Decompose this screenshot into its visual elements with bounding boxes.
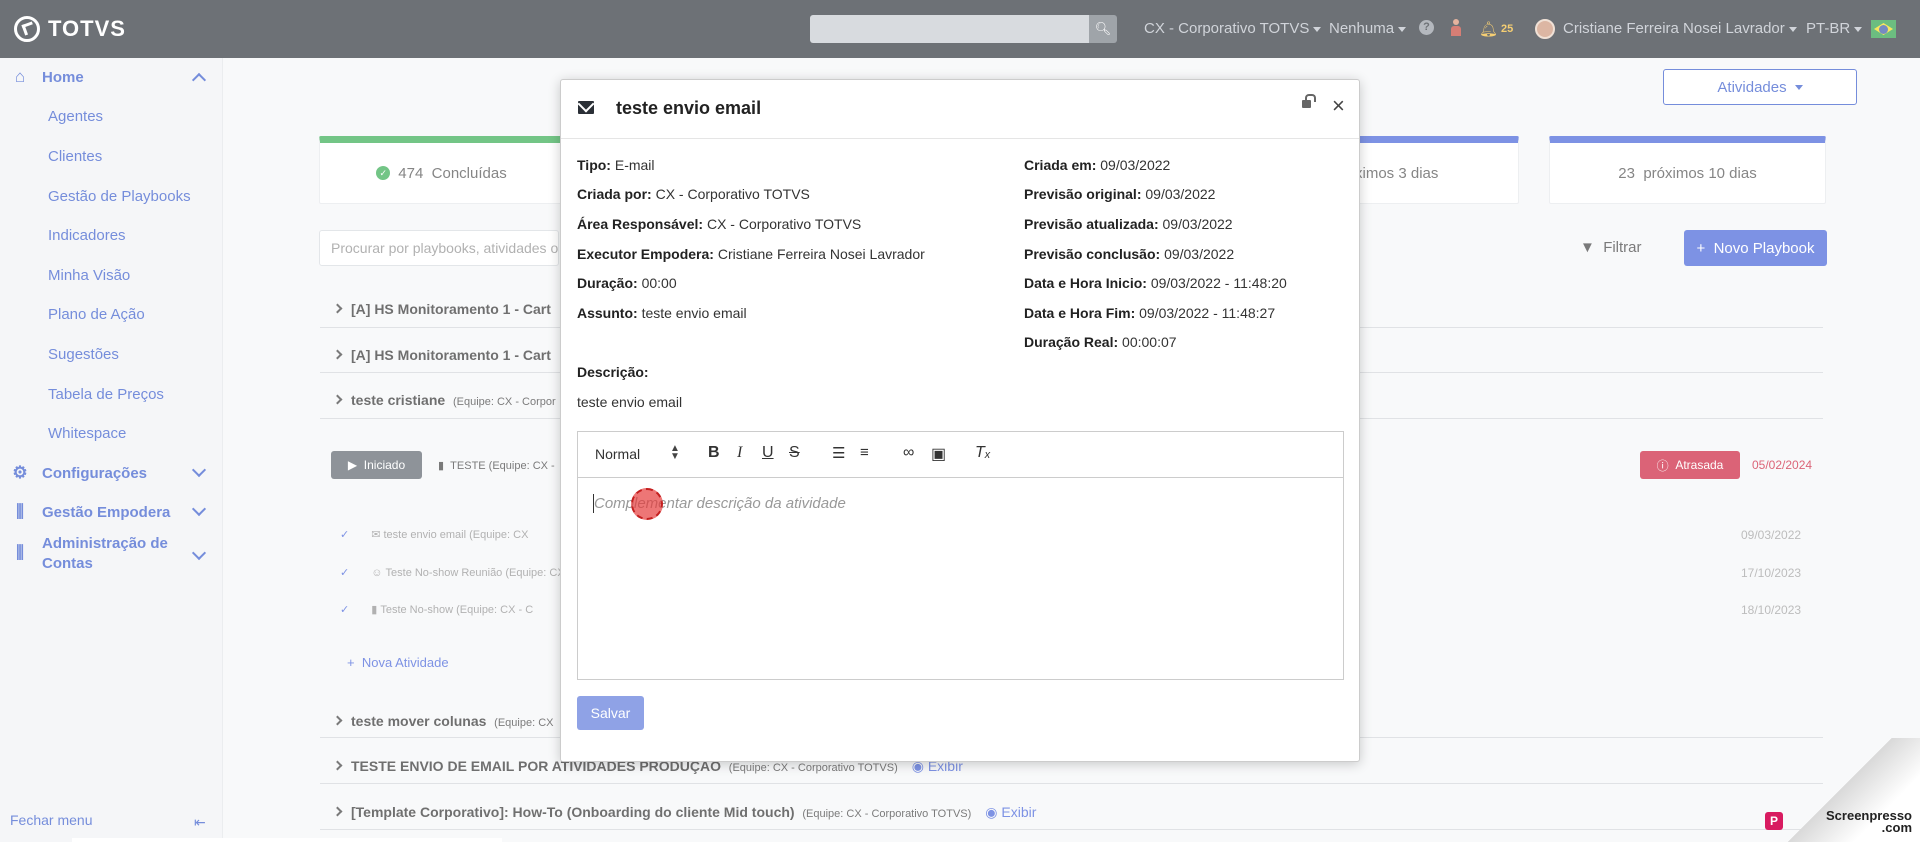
bold-icon[interactable]: B xyxy=(708,444,720,462)
field-value: 09/03/2022 xyxy=(1162,216,1233,232)
mouse-cursor-highlight xyxy=(631,488,663,520)
envelope-icon xyxy=(578,101,594,114)
format-select[interactable]: Normal xyxy=(595,446,640,462)
field-label: Área Responsável: xyxy=(577,216,704,232)
field-duracao: Duração: 00:00 xyxy=(577,275,677,291)
field-label: Descrição: xyxy=(577,364,649,380)
field-data-hora-fim: Data e Hora Fim: 09/03/2022 - 11:48:27 xyxy=(1024,305,1275,321)
italic-icon[interactable]: I xyxy=(737,444,742,462)
field-value: 09/03/2022 xyxy=(1100,157,1171,173)
field-criada-em: Criada em: 09/03/2022 xyxy=(1024,157,1170,173)
ordered-list-icon[interactable]: ☰ xyxy=(832,444,845,462)
field-value: 09/03/2022 - 11:48:20 xyxy=(1150,275,1287,291)
field-value: 09/03/2022 xyxy=(1164,246,1235,262)
field-value: CX - Corporativo TOTVS xyxy=(706,216,862,232)
field-label: Criada por: xyxy=(577,186,652,202)
field-area-responsavel: Área Responsável: CX - Corporativo TOTVS xyxy=(577,216,861,232)
descricao-value: teste envio email xyxy=(577,394,683,410)
field-value: 00:00 xyxy=(641,275,677,291)
close-icon[interactable]: × xyxy=(1332,95,1345,117)
field-data-hora-inicio: Data e Hora Inicio: 09/03/2022 - 11:48:2… xyxy=(1024,275,1287,291)
field-value: CX - Corporativo TOTVS xyxy=(655,186,810,202)
field-value: 00:00:07 xyxy=(1122,334,1177,350)
screenpresso-logo-icon: P xyxy=(1765,812,1783,830)
activity-modal: teste envio email × Tipo: E-mail Criada … xyxy=(560,79,1360,762)
field-assunto: Assunto: teste envio email xyxy=(577,305,747,321)
field-value: teste envio email xyxy=(641,305,747,321)
underline-icon[interactable]: U xyxy=(762,444,774,462)
unlock-icon[interactable] xyxy=(1302,94,1316,108)
taskbar-strip xyxy=(72,838,502,842)
field-label: Previsão original: xyxy=(1024,186,1142,202)
field-previsao-conclusao: Previsão conclusão: 09/03/2022 xyxy=(1024,246,1234,262)
field-label: Data e Hora Fim: xyxy=(1024,305,1136,321)
modal-title: teste envio email xyxy=(616,98,762,118)
field-executor: Executor Empodera: Cristiane Ferreira No… xyxy=(577,246,925,262)
field-value: 09/03/2022 - 11:48:27 xyxy=(1139,305,1276,321)
field-label: Previsão conclusão: xyxy=(1024,246,1161,262)
strikethrough-icon[interactable]: S xyxy=(789,444,800,462)
save-button[interactable]: Salvar xyxy=(577,696,644,730)
field-label: Executor Empodera: xyxy=(577,246,714,262)
field-tipo: Tipo: E-mail xyxy=(577,157,655,173)
field-label: Duração: xyxy=(577,275,638,291)
bullet-list-icon[interactable]: ≡ xyxy=(860,444,869,461)
sort-arrows-icon[interactable]: ▲ ▼ xyxy=(670,444,680,462)
editor-toolbar: Normal ▲ ▼ B I U S ☰ ≡ ∞ ▣ Tₓ xyxy=(578,432,1343,478)
field-previsao-atualizada: Previsão atualizada: 09/03/2022 xyxy=(1024,216,1233,232)
field-label: Assunto: xyxy=(577,305,638,321)
field-duracao-real: Duração Real: 00:00:07 xyxy=(1024,334,1177,350)
watermark-line2: .com xyxy=(1881,820,1912,835)
modal-header: teste envio email × xyxy=(561,80,1359,139)
field-previsao-original: Previsão original: 09/03/2022 xyxy=(1024,186,1215,202)
clear-format-icon[interactable]: Tₓ xyxy=(975,444,991,462)
field-value: 09/03/2022 xyxy=(1145,186,1216,202)
field-label: Criada em: xyxy=(1024,157,1097,173)
screenpresso-watermark: Screenpresso .com xyxy=(1826,809,1912,835)
field-label: Duração Real: xyxy=(1024,334,1119,350)
link-icon[interactable]: ∞ xyxy=(903,444,914,462)
field-value: Cristiane Ferreira Nosei Lavrador xyxy=(717,246,925,262)
field-label: Previsão atualizada: xyxy=(1024,216,1159,232)
rich-text-editor: Normal ▲ ▼ B I U S ☰ ≡ ∞ ▣ Tₓ Complementa… xyxy=(577,431,1344,680)
descricao-label: Descrição: xyxy=(577,364,649,380)
image-icon[interactable]: ▣ xyxy=(931,444,946,464)
field-label: Tipo: xyxy=(577,157,611,173)
field-label: Data e Hora Inicio: xyxy=(1024,275,1147,291)
field-value: E-mail xyxy=(614,157,655,173)
field-criada-por: Criada por: CX - Corporativo TOTVS xyxy=(577,186,810,202)
